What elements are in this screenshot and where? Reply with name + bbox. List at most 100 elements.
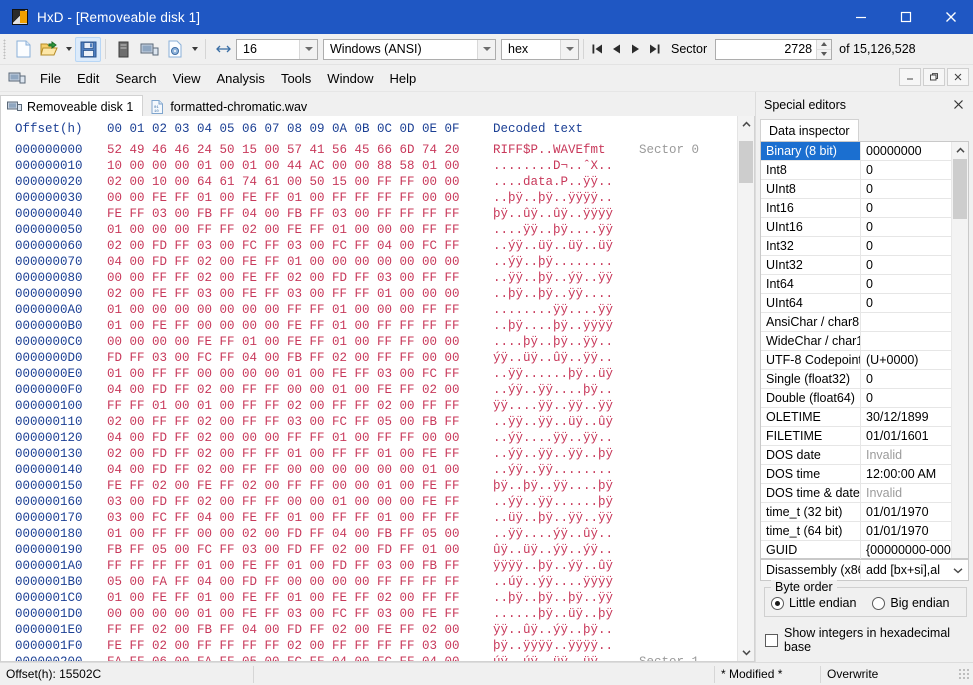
hex-row-decoded[interactable]: ýÿ..üÿ..ûÿ..ÿÿ.. xyxy=(493,351,737,365)
hex-row-decoded[interactable]: ..ÿÿ....ýÿ..ûÿ.. xyxy=(493,527,737,541)
hex-row[interactable]: 000000010 10 00 00 00 01 00 01 00 44 AC 0… xyxy=(1,158,737,174)
menu-item-edit[interactable]: Edit xyxy=(69,68,107,89)
hex-row-bytes[interactable]: 03 00 FC FF 04 00 FE FF 01 00 FF FF 01 0… xyxy=(107,511,493,525)
hex-row-decoded[interactable]: þÿ..ÿÿÿÿ..ÿÿÿÿ.. xyxy=(493,639,737,653)
hex-row-bytes[interactable]: 04 00 FD FF 02 00 00 00 FF FF 01 00 FF F… xyxy=(107,431,493,445)
data-inspector-row[interactable]: time_t (32 bit) 01/01/1970 xyxy=(761,503,951,522)
data-inspector-row-value[interactable]: Invalid xyxy=(861,486,951,500)
go-first-icon[interactable] xyxy=(588,38,607,60)
data-inspector-row-value[interactable]: 0 xyxy=(861,220,951,234)
hex-row-bytes[interactable]: 00 00 00 00 FE FF 01 00 FE FF 01 00 FF F… xyxy=(107,335,493,349)
data-inspector-scrollbar[interactable] xyxy=(951,142,968,559)
open-ram-icon[interactable] xyxy=(136,37,162,62)
data-inspector-row[interactable]: OLETIME 30/12/1899 xyxy=(761,408,951,427)
sector-spin-up-icon[interactable] xyxy=(817,39,832,50)
hex-row-bytes[interactable]: 02 00 FD FF 03 00 FC FF 03 00 FC FF 04 0… xyxy=(107,239,493,253)
sector-input[interactable]: 2728 xyxy=(716,42,816,56)
data-inspector-row[interactable]: Double (float64) 0 xyxy=(761,389,951,408)
document-tab-formatted-chromatic-wav[interactable]: 01 10 formatted-chromatic.wav xyxy=(143,95,317,117)
hex-row-decoded[interactable]: ..þÿ....þÿ..ÿÿÿÿ xyxy=(493,319,737,333)
hex-row-bytes[interactable]: 04 00 FD FF 02 00 FE FF 01 00 00 00 00 0… xyxy=(107,255,493,269)
hex-data-rows[interactable]: 000000000 52 49 46 46 24 50 15 00 57 41 5… xyxy=(1,142,737,661)
data-inspector-row[interactable]: DOS time 12:00:00 AM xyxy=(761,465,951,484)
hex-row-bytes[interactable]: 02 00 FD FF 02 00 FF FF 01 00 FF FF 01 0… xyxy=(107,447,493,461)
data-inspector-row-value[interactable]: 01/01/1970 xyxy=(861,524,951,538)
disassembly-chevron-down-icon[interactable] xyxy=(948,567,968,574)
hex-row-bytes[interactable]: 02 00 10 00 64 61 74 61 00 50 15 00 FF F… xyxy=(107,175,493,189)
hex-row[interactable]: 0000000F0 04 00 FD FF 02 00 FF FF 00 00 0… xyxy=(1,382,737,398)
hex-row[interactable]: 000000110 02 00 FF FF 02 00 FF FF 03 00 F… xyxy=(1,414,737,430)
data-inspector-row-value[interactable]: Invalid xyxy=(861,448,951,462)
checkbox-show-integers-hex-box[interactable] xyxy=(765,633,778,647)
data-inspector-disassembly-row[interactable]: Disassembly (x86 add [bx+si],al xyxy=(760,559,969,582)
hex-row[interactable]: 000000190 FB FF 05 00 FC FF 03 00 FD FF 0… xyxy=(1,542,737,558)
hex-row[interactable]: 000000100 FF FF 01 00 01 00 FF FF 02 00 F… xyxy=(1,398,737,414)
data-inspector-row[interactable]: Single (float32) 0 xyxy=(761,370,951,389)
hex-row-decoded[interactable]: ..ÿÿ..ÿÿ..üÿ..ûÿ xyxy=(493,415,737,429)
hex-row-decoded[interactable]: ..ýÿ..þÿ........ xyxy=(493,255,737,269)
data-inspector-row[interactable]: WideChar / char16 xyxy=(761,332,951,351)
mdi-minimize-button[interactable] xyxy=(899,68,921,86)
hex-row-bytes[interactable]: FB FF 05 00 FC FF 03 00 FD FF 02 00 FD F… xyxy=(107,543,493,557)
hex-row-decoded[interactable]: ..ýÿ..ÿÿ....þÿ.. xyxy=(493,383,737,397)
hex-row[interactable]: 000000130 02 00 FD FF 02 00 FF FF 01 00 F… xyxy=(1,446,737,462)
data-inspector-row-value[interactable]: (U+0000) xyxy=(861,353,951,367)
data-inspector-row-value[interactable]: 0 xyxy=(861,201,951,215)
hex-row-decoded[interactable]: ÿÿÿÿ..þÿ..ýÿ..ûÿ xyxy=(493,559,737,573)
data-inspector-row[interactable]: time_t (64 bit) 01/01/1970 xyxy=(761,522,951,541)
data-inspector-row[interactable]: Binary (8 bit) 00000000 xyxy=(761,142,951,161)
hex-row-bytes[interactable]: FF FF 02 00 FB FF 04 00 FD FF 02 00 FE F… xyxy=(107,623,493,637)
data-inspector-rows[interactable]: Binary (8 bit) 00000000 Int8 0 UInt8 0 Int16 0 U… xyxy=(761,142,951,560)
hex-row-decoded[interactable]: ..ýÿ....ÿÿ..ÿÿ.. xyxy=(493,431,737,445)
hex-row[interactable]: 000000030 00 00 FE FF 01 00 FE FF 01 00 F… xyxy=(1,190,737,206)
open-dropdown-chevron-down-icon[interactable] xyxy=(62,37,75,61)
data-inspector-row-value[interactable]: 01/01/1970 xyxy=(861,505,951,519)
hex-row-decoded[interactable]: ......þÿ..üÿ..þÿ xyxy=(493,607,737,621)
data-inspector-row[interactable]: GUID{00000000-0000- xyxy=(761,541,951,560)
data-inspector-row[interactable]: Int64 0 xyxy=(761,275,951,294)
menu-item-tools[interactable]: Tools xyxy=(273,68,319,89)
hex-row-decoded[interactable]: ....þÿ..þÿ..ÿÿ.. xyxy=(493,335,737,349)
hex-row[interactable]: 000000180 01 00 FF FF 00 00 02 00 FD FF 0… xyxy=(1,526,737,542)
go-last-icon[interactable] xyxy=(645,38,664,60)
hex-row[interactable]: 000000120 04 00 FD FF 02 00 00 00 FF FF 0… xyxy=(1,430,737,446)
hex-scroll-thumb[interactable] xyxy=(739,141,753,183)
go-next-icon[interactable] xyxy=(626,38,645,60)
document-tab-removeable-disk-1[interactable]: Removeable disk 1 xyxy=(0,95,144,117)
data-inspector-row[interactable]: UInt32 0 xyxy=(761,256,951,275)
radio-little-endian[interactable]: Little endian xyxy=(771,596,856,610)
hex-row[interactable]: 000000200FA FF 06 00 FA FF 05 00 FC FF 0… xyxy=(1,654,737,661)
maximize-button[interactable] xyxy=(883,0,928,34)
close-button[interactable] xyxy=(928,0,973,34)
encoding-combo[interactable]: Windows (ANSI) xyxy=(323,38,496,60)
hex-scroll-track[interactable] xyxy=(738,133,754,644)
hex-row-bytes[interactable]: 10 00 00 00 01 00 01 00 44 AC 00 00 88 5… xyxy=(107,159,493,173)
go-previous-icon[interactable] xyxy=(607,38,626,60)
bytes-per-row-icon[interactable] xyxy=(210,37,236,62)
hex-rows-container[interactable]: Offset(h) 00 01 02 03 04 05 06 07 08 09 … xyxy=(1,116,737,661)
hex-row-decoded[interactable]: ûÿ..üÿ..ýÿ..ýÿ.. xyxy=(493,543,737,557)
hex-row[interactable]: 0000001A0 FF FF FF FF 01 00 FE FF 01 00 F… xyxy=(1,558,737,574)
radio-big-endian[interactable]: Big endian xyxy=(872,596,950,610)
radio-little-endian-dot[interactable] xyxy=(771,596,784,610)
data-inspector-row-value[interactable]: 00000000 xyxy=(861,144,951,158)
hex-row-bytes[interactable]: FD FF 03 00 FC FF 04 00 FB FF 02 00 FF F… xyxy=(107,351,493,365)
data-inspector-row-value[interactable]: {00000000-0000- xyxy=(861,543,951,557)
hex-row-decoded[interactable]: ÿÿ..ûÿ..ýÿ..þÿ.. xyxy=(493,623,737,637)
hex-row[interactable]: 000000060 02 00 FD FF 03 00 FC FF 03 00 F… xyxy=(1,238,737,254)
hex-row[interactable]: 0000001F0 FE FF 02 00 FF FF FF FF 02 00 F… xyxy=(1,638,737,654)
radio-big-endian-dot[interactable] xyxy=(872,596,886,610)
hex-scroll-up-chevron-up-icon[interactable] xyxy=(738,116,754,133)
menu-item-search[interactable]: Search xyxy=(107,68,164,89)
data-inspector-row-value[interactable]: 0 xyxy=(861,239,951,253)
data-inspector-row[interactable]: Int16 0 xyxy=(761,199,951,218)
hex-row-decoded[interactable]: ..ýÿ..ÿÿ......þÿ xyxy=(493,495,737,509)
hex-row[interactable]: 000000140 04 00 FD FF 02 00 FF FF 00 00 0… xyxy=(1,462,737,478)
hex-row[interactable]: 000000000 52 49 46 46 24 50 15 00 57 41 5… xyxy=(1,142,737,158)
inspector-scroll-up-chevron-up-icon[interactable] xyxy=(952,142,968,159)
hex-row[interactable]: 000000020 02 00 10 00 64 61 74 61 00 50 1… xyxy=(1,174,737,190)
hex-row-bytes[interactable]: 01 00 FE FF 01 00 FE FF 01 00 FE FF 02 0… xyxy=(107,591,493,605)
new-document-icon[interactable] xyxy=(10,37,36,62)
hex-row-bytes[interactable]: 01 00 00 00 00 00 00 00 FF FF 01 00 00 0… xyxy=(107,303,493,317)
hex-row-bytes[interactable]: 01 00 FF FF 00 00 02 00 FD FF 04 00 FB F… xyxy=(107,527,493,541)
